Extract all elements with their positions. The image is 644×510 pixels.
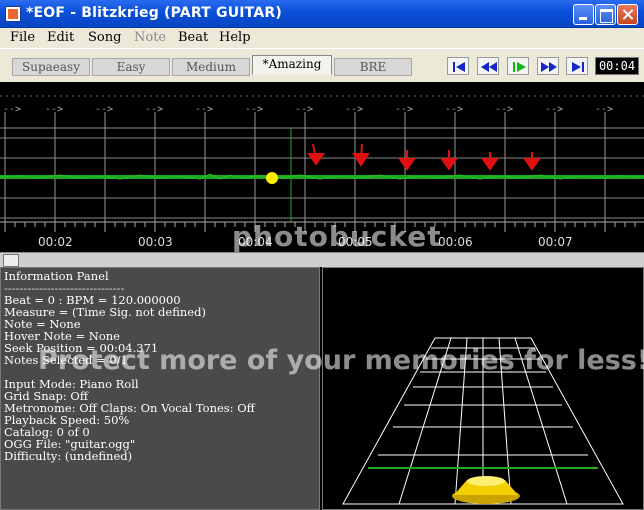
time-label: 00:07 bbox=[538, 235, 573, 249]
info-notes-selected: Notes Selected = 0/1 bbox=[4, 353, 128, 367]
time-label: 00:04 bbox=[238, 235, 273, 249]
beat-marker: --> bbox=[3, 104, 22, 115]
toolbar: Supaeasy Easy Medium *Amazing BRE 00:04 bbox=[0, 48, 644, 82]
rewind-button[interactable] bbox=[477, 57, 499, 75]
tab-amazing[interactable]: *Amazing bbox=[252, 55, 332, 75]
seek-position-dot[interactable] bbox=[266, 172, 278, 184]
beat-marker: --> bbox=[145, 104, 164, 115]
title-bar: *EOF - Blitzkrieg (PART GUITAR) bbox=[0, 0, 644, 28]
tab-easy[interactable]: Easy bbox=[92, 58, 170, 76]
beat-marker: --> bbox=[245, 104, 264, 115]
tab-medium[interactable]: Medium bbox=[172, 58, 250, 76]
menu-note[interactable]: Note bbox=[134, 30, 166, 45]
rewind-icon bbox=[481, 62, 497, 72]
seek-start-button[interactable] bbox=[447, 57, 469, 75]
beat-marker: --> bbox=[545, 104, 564, 115]
note-marker[interactable] bbox=[352, 143, 370, 167]
note-marker[interactable] bbox=[523, 152, 541, 171]
fast-forward-icon bbox=[541, 62, 557, 72]
time-display: 00:04 bbox=[595, 57, 639, 75]
note-marker[interactable] bbox=[307, 143, 325, 166]
piano-roll[interactable]: --> --> --> --> --> --> --> --> --> --> … bbox=[0, 82, 644, 252]
maximize-button[interactable] bbox=[595, 4, 616, 25]
play-button[interactable] bbox=[507, 57, 529, 75]
beat-marker: --> bbox=[445, 104, 464, 115]
menu-bar: File Edit Song Note Beat Help bbox=[0, 28, 644, 48]
menu-file[interactable]: File bbox=[10, 30, 35, 45]
menu-help[interactable]: Help bbox=[219, 30, 251, 45]
seek-end-button[interactable] bbox=[566, 57, 588, 75]
seek-end-icon bbox=[572, 62, 584, 72]
note-marker[interactable] bbox=[398, 150, 416, 171]
beat-marker: --> bbox=[495, 104, 514, 115]
scrollbar-thumb[interactable] bbox=[3, 254, 19, 267]
fretboard-3d-preview bbox=[322, 267, 644, 510]
time-label: 00:02 bbox=[38, 235, 73, 249]
seek-start-icon bbox=[453, 62, 465, 72]
menu-song[interactable]: Song bbox=[88, 30, 121, 45]
note-marker[interactable] bbox=[440, 150, 458, 171]
menu-edit[interactable]: Edit bbox=[47, 30, 74, 45]
beat-marker: --> bbox=[95, 104, 114, 115]
fast-forward-button[interactable] bbox=[537, 57, 559, 75]
beat-marker: --> bbox=[395, 104, 414, 115]
minimize-button[interactable] bbox=[573, 4, 594, 25]
beat-marker: --> bbox=[195, 104, 214, 115]
timeline-scrollbar[interactable] bbox=[0, 252, 644, 267]
beat-marker: --> bbox=[45, 104, 64, 115]
app-icon bbox=[5, 6, 21, 22]
info-difficulty: Difficulty: (undefined) bbox=[4, 449, 133, 463]
time-label: 00:05 bbox=[338, 235, 373, 249]
close-button[interactable] bbox=[617, 4, 638, 25]
fretboard-highway bbox=[342, 337, 624, 505]
beat-marker: --> bbox=[295, 104, 314, 115]
beat-marker: --> bbox=[345, 104, 364, 115]
tab-bre[interactable]: BRE bbox=[334, 58, 412, 76]
menu-beat[interactable]: Beat bbox=[178, 30, 208, 45]
note-marker[interactable] bbox=[481, 152, 499, 171]
window-title: *EOF - Blitzkrieg (PART GUITAR) bbox=[26, 5, 282, 21]
beat-marker: --> bbox=[595, 104, 614, 115]
play-icon bbox=[513, 62, 526, 72]
information-panel: Information Panel ----------------------… bbox=[0, 267, 320, 510]
tab-supaeasy[interactable]: Supaeasy bbox=[12, 58, 90, 76]
time-label: 00:06 bbox=[438, 235, 473, 249]
time-label: 00:03 bbox=[138, 235, 173, 249]
